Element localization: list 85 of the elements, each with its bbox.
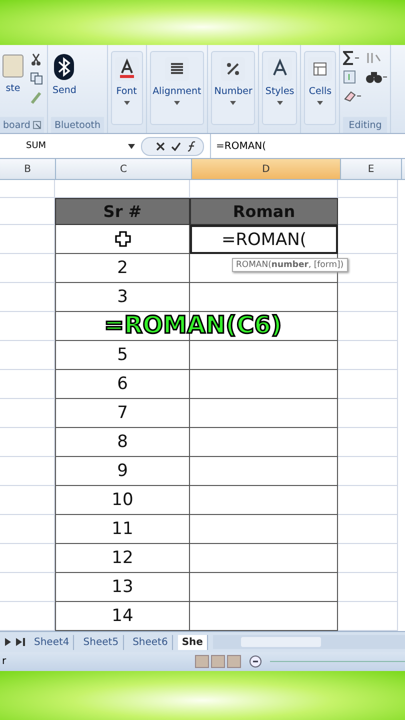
ribbon-button[interactable]: Number <box>211 51 256 125</box>
table-cell: 7 <box>55 399 190 428</box>
grid-cell <box>338 225 398 254</box>
grid-cell <box>338 370 398 399</box>
grid-cell <box>0 515 55 544</box>
grid-cell <box>338 283 398 312</box>
grid-cell <box>338 180 398 198</box>
name-box[interactable]: SUM <box>0 141 122 151</box>
caret-icon <box>317 101 324 105</box>
binoculars-icon[interactable] <box>365 70 388 84</box>
grid-cell <box>338 198 398 225</box>
grid-cell <box>0 225 55 254</box>
group-label: Bluetooth <box>54 120 101 130</box>
ribbon-button[interactable]: Styles <box>262 51 298 125</box>
grid-cell <box>338 341 398 370</box>
sum-icon[interactable] <box>343 51 360 65</box>
eraser-icon[interactable] <box>343 89 362 103</box>
column-header[interactable]: B <box>0 159 56 179</box>
bluetooth-icon <box>53 53 76 81</box>
grid-cell <box>0 312 55 341</box>
cell-cursor-icon <box>114 231 130 247</box>
grid-cell <box>0 428 55 457</box>
table-header: Sr # <box>55 198 190 225</box>
dropdown-icon[interactable] <box>128 144 135 148</box>
copy-icon[interactable] <box>30 72 43 85</box>
function-tooltip: ROMAN(number, [form]) <box>232 258 348 272</box>
sheet-tab[interactable]: Sheet5 <box>79 634 124 650</box>
status-text: r <box>1 656 8 667</box>
grid-cell <box>0 180 55 198</box>
caret-icon <box>174 101 180 105</box>
sheet-tab[interactable]: She <box>178 634 208 650</box>
caret-icon <box>276 101 283 105</box>
ribbon-button[interactable]: Alignment <box>150 51 204 125</box>
grid-cell <box>338 544 398 573</box>
next-sheet-icon[interactable] <box>5 638 11 646</box>
ribbon-button[interactable]: ste <box>0 51 26 96</box>
table-cell: 8 <box>55 428 190 457</box>
sheet-tab[interactable]: Sheet4 <box>30 634 74 650</box>
grid-cell <box>0 573 55 602</box>
grid-cell <box>0 283 55 312</box>
grid-cell <box>338 428 398 457</box>
horizontal-scrollbar[interactable] <box>212 635 405 649</box>
grid-cell <box>338 486 398 515</box>
clipboard-icon <box>1 53 25 79</box>
table-header: Roman <box>190 198 338 225</box>
table-cell: 6 <box>55 370 190 399</box>
column-header[interactable]: E <box>341 159 402 179</box>
ribbon-button[interactable]: Font <box>110 51 143 125</box>
caret-icon <box>124 101 130 105</box>
column-header[interactable]: D <box>192 159 341 179</box>
table-cell: 9 <box>55 457 190 486</box>
grid-cell <box>0 457 55 486</box>
table-cell: 10 <box>55 486 190 515</box>
group-label: Editing <box>348 120 382 130</box>
grid-cell <box>0 486 55 515</box>
grid-cell <box>338 399 398 428</box>
check-icon[interactable] <box>171 142 181 150</box>
table-cell: =ROMAN( <box>190 225 338 254</box>
group-label: board <box>3 120 30 130</box>
zoom-out-icon[interactable] <box>249 655 262 668</box>
grid-cell <box>338 515 398 544</box>
table-cell: 11 <box>55 515 190 544</box>
grid-cell <box>0 370 55 399</box>
launcher-icon[interactable] <box>33 121 42 129</box>
grid-cell <box>0 341 55 370</box>
table-cell: 5 <box>55 341 190 370</box>
ribbon-button[interactable]: Cells <box>304 51 336 125</box>
function-icon[interactable] <box>187 140 197 152</box>
scissors-icon[interactable] <box>30 53 42 66</box>
cancel-icon[interactable] <box>156 142 165 150</box>
table-cell: 3 <box>55 283 190 312</box>
grid-cell <box>338 312 398 341</box>
grid-cell <box>338 457 398 486</box>
table-cell: 12 <box>55 544 190 573</box>
formula-field[interactable]: =ROMAN( <box>210 134 405 158</box>
grid-cell <box>338 573 398 602</box>
table-cell: 13 <box>55 573 190 602</box>
grid-cell <box>0 399 55 428</box>
last-sheet-icon[interactable] <box>16 638 25 646</box>
grid-cell <box>0 544 55 573</box>
table-cell: 2 <box>55 254 190 283</box>
caret-icon <box>230 101 236 105</box>
ribbon-button[interactable]: Send <box>51 51 78 98</box>
grid-cell <box>0 254 55 283</box>
sheet-tab[interactable]: Sheet6 <box>128 634 173 650</box>
